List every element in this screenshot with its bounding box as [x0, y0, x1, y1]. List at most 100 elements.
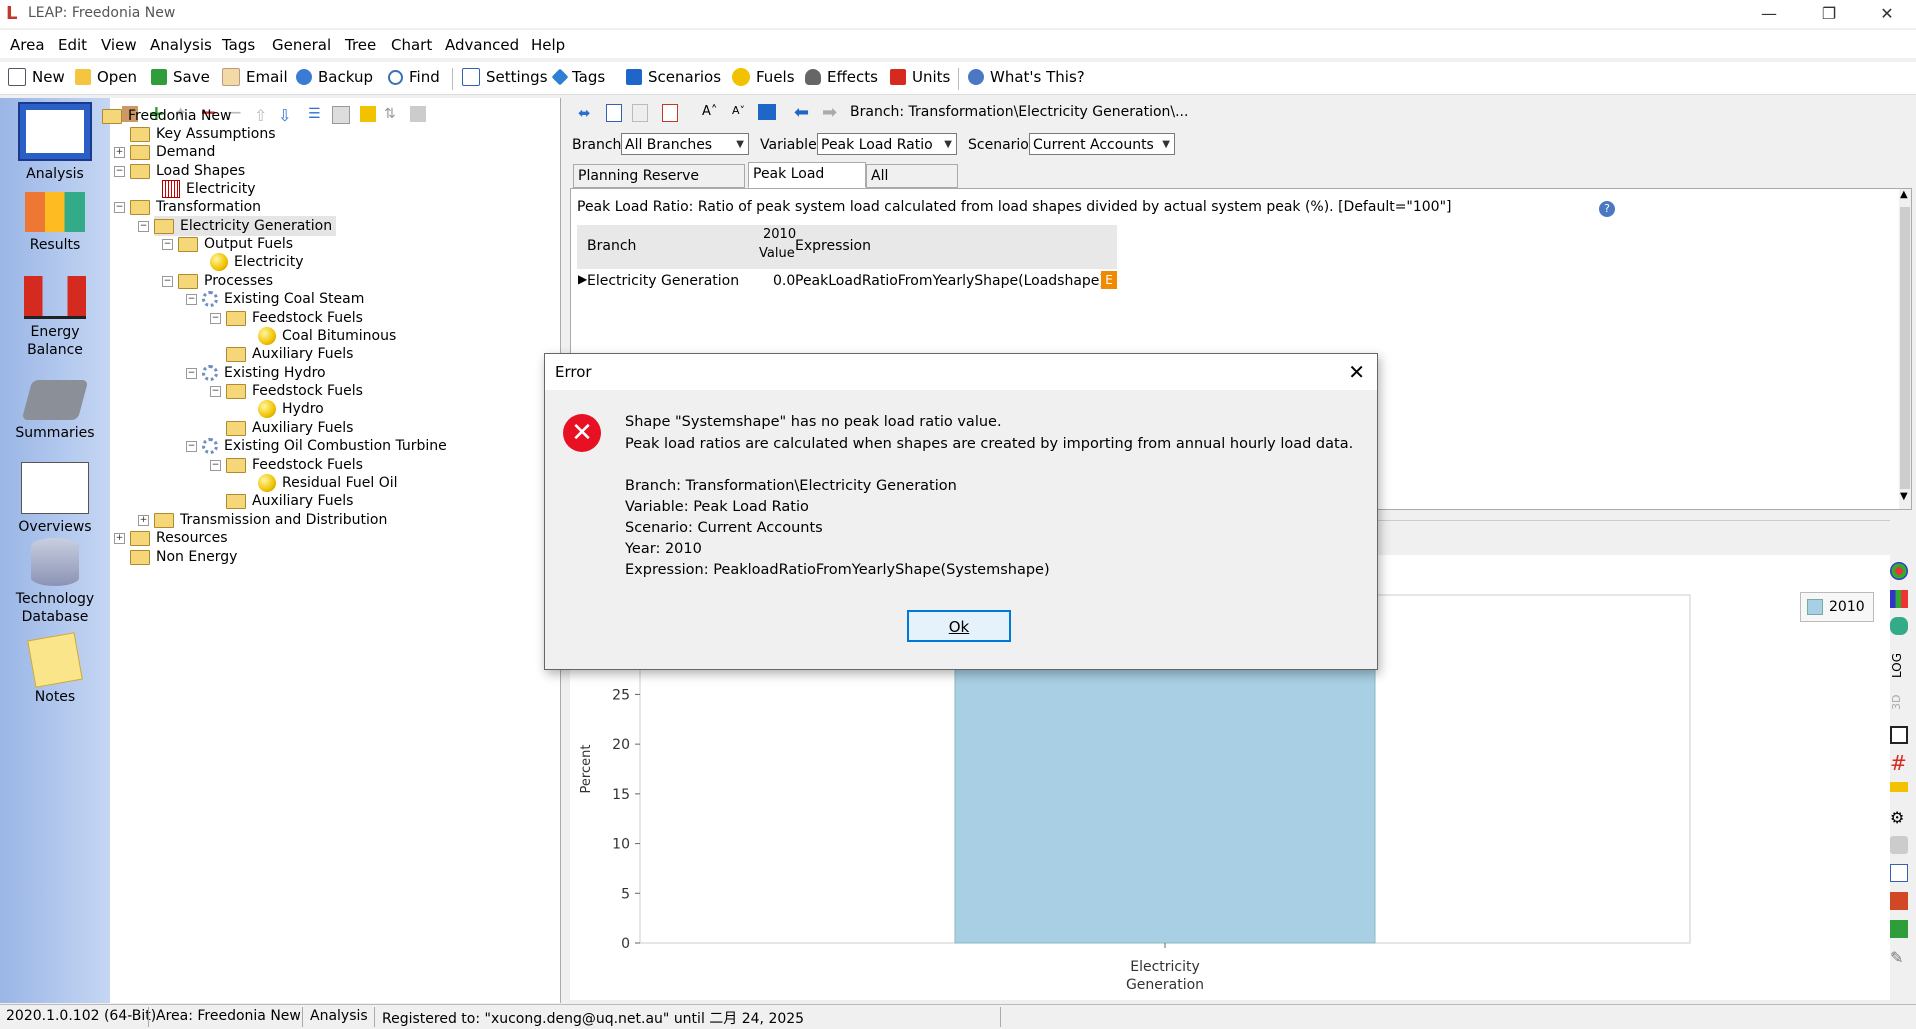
collapse-toggle[interactable]: −: [162, 276, 173, 287]
tree-node-existing-oil-combustion-turbine[interactable]: Existing Oil Combustion Turbine: [202, 436, 447, 456]
collapse-toggle[interactable]: −: [186, 441, 197, 452]
copy-chart-icon[interactable]: [1890, 864, 1908, 882]
units-button[interactable]: Units: [890, 68, 950, 86]
menu-view[interactable]: View: [101, 36, 137, 54]
menu-analysis[interactable]: Analysis: [150, 36, 212, 54]
tree-node-existing-hydro[interactable]: Existing Hydro: [202, 363, 326, 383]
tree-node-transmission[interactable]: Transmission and Distribution: [154, 510, 387, 530]
number-format-icon[interactable]: [1890, 782, 1908, 792]
scroll-thumb[interactable]: [1900, 207, 1910, 489]
col-branch-header[interactable]: Branch: [587, 238, 636, 254]
tree-node-coal-bituminous[interactable]: Coal Bituminous: [258, 326, 396, 346]
nav-energy-balance[interactable]: Energy Balance: [0, 276, 110, 359]
tree-root[interactable]: Freedonia New: [102, 106, 232, 126]
tree-node-key-assumptions[interactable]: Key Assumptions: [130, 124, 276, 144]
tree-node-demand[interactable]: Demand: [130, 142, 215, 162]
menu-help[interactable]: Help: [531, 36, 565, 54]
decrease-font-icon[interactable]: A˅: [732, 104, 745, 117]
open-button[interactable]: Open: [75, 68, 137, 86]
tab-planning-reserve-margin[interactable]: Planning Reserve Margin: [573, 164, 745, 206]
expand-toggle[interactable]: +: [114, 533, 125, 544]
ok-button[interactable]: Ok: [907, 610, 1011, 642]
log-scale-toggle[interactable]: LOG: [1890, 648, 1906, 678]
save-button[interactable]: Save: [151, 68, 210, 86]
expand-toggle[interactable]: +: [138, 515, 149, 526]
minimize-button[interactable]: —: [1746, 0, 1792, 28]
export-icon[interactable]: [662, 104, 678, 122]
chart-style-icon[interactable]: ⚙: [1890, 808, 1908, 827]
expand-toggle[interactable]: +: [114, 147, 125, 158]
effects-button[interactable]: Effects: [805, 68, 878, 86]
move-down-icon[interactable]: ⇩: [278, 106, 294, 125]
tree-node-output-electricity[interactable]: Electricity: [210, 252, 304, 272]
powerpoint-icon[interactable]: [1890, 892, 1908, 910]
branch-filter-select[interactable]: All Branches ▼: [621, 133, 749, 155]
scenarios-button[interactable]: Scenarios: [626, 68, 721, 86]
pin-icon[interactable]: ⬌: [578, 104, 596, 122]
scenario-filter-select[interactable]: Current Accounts ▼: [1029, 133, 1175, 155]
expand-tree-icon[interactable]: ☰: [308, 106, 324, 122]
folder-view-icon[interactable]: [332, 106, 350, 124]
menu-area[interactable]: Area: [10, 36, 45, 54]
print-icon[interactable]: [1890, 836, 1908, 854]
scroll-up-icon[interactable]: ▲: [1900, 189, 1908, 200]
collapse-toggle[interactable]: −: [162, 239, 173, 250]
settings-button[interactable]: Settings: [462, 68, 548, 86]
close-window-button[interactable]: ✕: [1864, 0, 1910, 28]
bar-chart-icon[interactable]: [1890, 590, 1908, 608]
nav-overviews[interactable]: Overviews: [0, 462, 110, 536]
tree-node-processes[interactable]: Processes: [178, 271, 273, 291]
whats-this-button[interactable]: What's This?: [968, 68, 1085, 86]
tab-peak-load-ratio[interactable]: Peak Load Ratio: [748, 162, 866, 204]
group-icon[interactable]: [758, 104, 776, 120]
dialog-close-icon[interactable]: ✕: [1348, 360, 1365, 384]
map-icon[interactable]: [1890, 617, 1908, 635]
tree-node-auxiliary-fuels-2[interactable]: Auxiliary Fuels: [226, 418, 353, 438]
tree-node-existing-coal-steam[interactable]: Existing Coal Steam: [202, 289, 364, 309]
menu-tree[interactable]: Tree: [345, 36, 376, 54]
table-row[interactable]: ▶ Electricity Generation 0.0 PeakLoadRat…: [577, 269, 1117, 293]
tree-node-non-energy[interactable]: Non Energy: [130, 547, 237, 567]
tree-node-transformation[interactable]: Transformation: [130, 197, 261, 217]
tree-node-electricity-generation[interactable]: Electricity Generation: [154, 216, 337, 236]
copy-icon[interactable]: [606, 104, 622, 122]
collapse-toggle[interactable]: −: [210, 386, 221, 397]
tree-node-auxiliary-fuels-3[interactable]: Auxiliary Fuels: [226, 491, 353, 511]
tags-button[interactable]: Tags: [551, 68, 605, 86]
collapse-toggle[interactable]: −: [114, 202, 125, 213]
grid-lines-icon[interactable]: #: [1890, 753, 1908, 773]
lock-icon[interactable]: [360, 106, 376, 122]
fuels-button[interactable]: Fuels: [732, 68, 795, 86]
find-button[interactable]: Find: [388, 68, 440, 86]
row-branch[interactable]: Electricity Generation: [587, 273, 739, 289]
collapse-toggle[interactable]: −: [210, 460, 221, 471]
tab-all-variables[interactable]: All Variables: [866, 164, 958, 206]
nav-analysis[interactable]: Analysis: [0, 102, 110, 183]
sort-icon[interactable]: ⇅: [384, 106, 400, 122]
collapse-toggle[interactable]: −: [138, 221, 149, 232]
new-button[interactable]: New: [8, 68, 65, 86]
tree-node-feedstock-fuels-1[interactable]: Feedstock Fuels: [226, 308, 363, 328]
collapse-toggle[interactable]: −: [186, 368, 197, 379]
menu-tags[interactable]: Tags: [222, 36, 255, 54]
tree-node-load-shapes[interactable]: Load Shapes: [130, 161, 245, 181]
expression-builder-icon[interactable]: E: [1101, 271, 1117, 289]
tree-node-residual-fuel-oil[interactable]: Residual Fuel Oil: [258, 473, 398, 493]
save-chart-icon[interactable]: [1890, 920, 1908, 938]
nav-summaries[interactable]: Summaries: [0, 380, 110, 442]
help-question-icon[interactable]: ?: [1599, 201, 1615, 217]
tree-node-hydro[interactable]: Hydro: [258, 399, 324, 419]
grid-scrollbar[interactable]: ▲ ▼: [1899, 189, 1911, 509]
scroll-down-icon[interactable]: ▼: [1900, 491, 1908, 502]
collapse-toggle[interactable]: −: [210, 313, 221, 324]
variable-filter-select[interactable]: Peak Load Ratio ▼: [817, 133, 957, 155]
row-value[interactable]: 0.0: [773, 273, 795, 289]
tree-node-output-fuels[interactable]: Output Fuels: [178, 234, 293, 254]
pie-chart-icon[interactable]: [1890, 562, 1908, 580]
nav-notes[interactable]: Notes: [0, 632, 110, 706]
tree-node-auxiliary-fuels-1[interactable]: Auxiliary Fuels: [226, 344, 353, 364]
menu-general[interactable]: General: [272, 36, 331, 54]
col-value-header[interactable]: Value: [759, 246, 795, 261]
col-year-header[interactable]: 2010: [763, 227, 796, 242]
email-button[interactable]: Email: [222, 68, 288, 86]
